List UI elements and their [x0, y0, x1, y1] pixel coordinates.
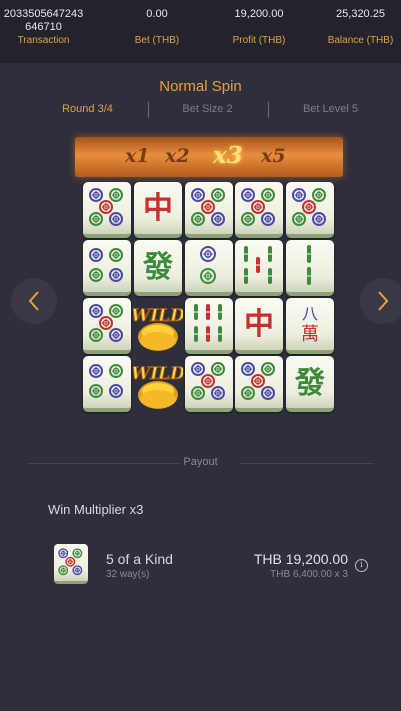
transaction-label: Transaction: [17, 35, 70, 46]
red-dragon-symbol: 中: [134, 182, 182, 238]
circles-5-symbol: [54, 544, 88, 584]
multiplier-x1: x1: [125, 145, 150, 167]
bamboo-2-symbol: [286, 240, 334, 296]
multiplier-x2: x2: [165, 145, 190, 167]
svg-text:八: 八: [302, 304, 318, 323]
chevron-right-icon: [378, 291, 389, 311]
transaction-id-line2: 646710: [25, 21, 62, 33]
chevron-left-icon: [28, 291, 39, 311]
svg-text:發: 發: [142, 250, 173, 285]
payout-row: 5 of a Kind 32 way(s) THB 19,200.00 THB …: [48, 541, 378, 586]
profit-label: Profit (THB): [232, 35, 286, 46]
win-ways: 32 way(s): [106, 569, 150, 580]
profit-stat: 19,200.00 Profit (THB): [214, 8, 304, 47]
spin-info-bar: Round 3/4 Bet Size 2 Bet Level 5: [0, 102, 401, 118]
bet-level: Bet Level 5: [302, 103, 359, 115]
transaction-stat: 2033505647243 646710 Transaction: [0, 8, 87, 47]
circles-5-symbol: [83, 182, 131, 238]
payout-heading: Payout: [183, 456, 218, 468]
win-multiplier: Win Multiplier x3: [48, 502, 144, 517]
divider: [148, 102, 149, 118]
balance-value: 25,320.25: [336, 8, 385, 20]
circles-5-symbol: [286, 182, 334, 238]
balance-stat: 25,320.25 Balance (THB): [320, 8, 401, 47]
wild-symbol: WILD: [131, 297, 186, 355]
info-icon[interactable]: i: [355, 559, 368, 572]
bet-label: Bet (THB): [134, 35, 180, 46]
divider: [268, 102, 269, 118]
red-dragon-symbol: 中: [235, 298, 283, 354]
green-dragon-symbol: 發: [286, 356, 334, 412]
circles-5-symbol: [235, 356, 283, 412]
circles-5-icon: [58, 548, 83, 576]
green-dragon-symbol: 發: [134, 240, 182, 296]
next-round-button[interactable]: [360, 278, 401, 324]
round-indicator: Round 3/4: [62, 103, 113, 115]
spin-title: Normal Spin: [159, 78, 242, 95]
multiplier-banner: x1 x2 x3 x5: [75, 137, 343, 177]
circles-5-symbol: [185, 356, 233, 412]
multiplier-x5: x5: [261, 145, 286, 167]
character-8-symbol: 八萬: [286, 298, 334, 354]
bamboo-6-symbol: [185, 298, 233, 354]
profit-value: 19,200.00: [234, 8, 284, 20]
svg-text:發: 發: [294, 366, 325, 401]
circles-5-symbol: [235, 182, 283, 238]
svg-text:萬: 萬: [301, 324, 319, 345]
reel-grid: 中發 WILD WILD 中八萬發: [81, 181, 335, 414]
svg-text:中: 中: [143, 191, 173, 226]
multiplier-x3: x3: [213, 142, 243, 169]
win-kind: 5 of a Kind: [106, 551, 173, 567]
bet-stat: 0.00 Bet (THB): [112, 8, 202, 47]
svg-text:WILD: WILD: [133, 306, 183, 326]
circles-5-symbol: [83, 298, 131, 354]
wild-symbol: WILD: [131, 355, 186, 413]
bamboo-5-symbol: [235, 240, 283, 296]
bet-size: Bet Size 2: [182, 103, 233, 115]
bet-value: 0.00: [146, 8, 168, 20]
circles-2-symbol: [185, 240, 233, 296]
previous-round-button[interactable]: [11, 278, 57, 324]
svg-text:中: 中: [244, 307, 274, 342]
circles-4-symbol: [83, 240, 131, 296]
summary-header: 2033505647243 646710 Transaction 0.00 Be…: [0, 0, 401, 63]
svg-text:WILD: WILD: [133, 364, 183, 384]
win-calculation: THB 6,400.00 x 3: [270, 569, 348, 580]
circles-5-symbol: [185, 182, 233, 238]
balance-label: Balance (THB): [327, 35, 394, 46]
win-amount: THB 19,200.00: [253, 551, 348, 567]
transaction-id: 2033505647243: [3, 8, 84, 20]
circles-4-symbol: [83, 356, 131, 412]
